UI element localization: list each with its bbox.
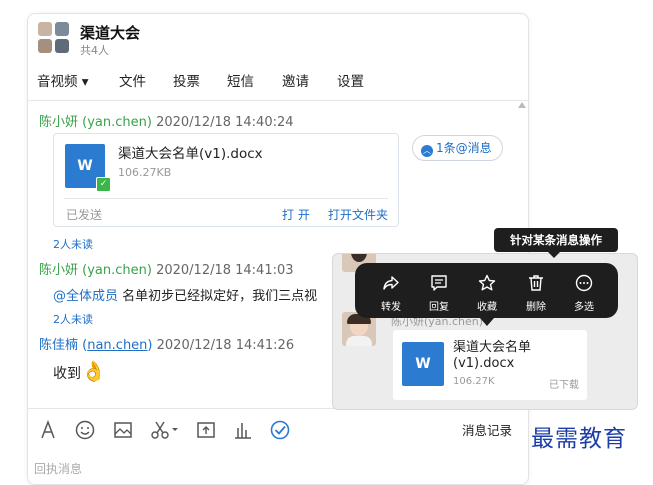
menu-item-label: 多选	[574, 302, 594, 313]
group-title: 渠道大会	[80, 24, 141, 42]
ok-hand-emoji: 👌	[81, 359, 106, 383]
tab-vote[interactable]: 投票	[173, 70, 200, 90]
scroll-up-arrow-icon[interactable]	[518, 102, 526, 108]
message-body: 收到	[53, 366, 81, 382]
open-folder-link[interactable]: 打开文件夹	[328, 206, 388, 223]
preview-file-card[interactable]: W 渠道大会名单(v1).docx 106.27K 已下载	[393, 330, 587, 400]
forward-icon	[383, 276, 399, 290]
menu-item-reply[interactable]: 回复	[417, 263, 461, 318]
chat-header: 渠道大会 共4人 音视频 ▾ 文件 投票 短信 邀请 设置	[28, 14, 528, 101]
message-time: 2020/12/18 14:41:26	[156, 338, 295, 353]
scissors-icon[interactable]	[149, 419, 179, 441]
file-card[interactable]: W ✓ 渠道大会名单(v1).docx 106.27KB 已发送 打 开 打开文…	[53, 133, 399, 227]
message-body: 名单初步已经拟定好，我们三点视	[118, 289, 318, 304]
star-icon	[478, 274, 496, 291]
sender-name[interactable]: 陈小妍 (yan.chen)	[39, 263, 152, 278]
watermark-logo: 最需教育	[531, 426, 627, 452]
menu-item-label: 回复	[429, 302, 449, 313]
file-name: 渠道大会名单(v1).docx	[118, 146, 263, 162]
reply-icon	[431, 275, 447, 291]
emoji-icon[interactable]	[74, 419, 96, 441]
send-status: 已发送	[66, 208, 103, 222]
preview-file-size: 106.27K	[453, 376, 495, 387]
tab-settings[interactable]: 设置	[337, 70, 364, 90]
unread-count[interactable]: 2人未读	[53, 236, 93, 252]
message-time: 2020/12/18 14:40:24	[156, 115, 294, 130]
tab-files[interactable]: 文件	[119, 70, 146, 90]
message-header: 陈小妍 (yan.chen) 2020/12/18 14:41:03	[39, 259, 294, 278]
member-count: 共4人	[80, 44, 109, 57]
preview-file-name: 渠道大会名单(v1).docx	[453, 340, 532, 371]
chart-icon[interactable]	[232, 419, 254, 441]
file-size: 106.27KB	[118, 166, 172, 179]
message-text: @全体成员 名单初步已经拟定好，我们三点视	[53, 285, 317, 304]
trash-icon	[529, 275, 543, 291]
chevron-up-icon: ︿	[421, 145, 433, 157]
menu-pointer-arrow	[480, 318, 494, 326]
tab-audio-video[interactable]: 音视频 ▾	[37, 70, 89, 90]
divider	[64, 198, 388, 199]
menu-item-label: 删除	[526, 302, 546, 313]
tooltip-label: 针对某条消息操作	[494, 228, 618, 252]
mention-chip-label: 1条@消息	[436, 141, 492, 155]
upload-folder-icon[interactable]	[195, 419, 217, 441]
message-header: 陈小妍 (yan.chen) 2020/12/18 14:40:24	[39, 111, 294, 130]
unread-count[interactable]: 2人未读	[53, 311, 93, 327]
input-toolbar: 消息记录	[28, 408, 528, 449]
mention-chip[interactable]: ︿ 1条@消息	[412, 135, 503, 161]
sender-paren: )	[147, 338, 153, 353]
sender-name[interactable]: 陈佳楠 (nan.chen)	[39, 338, 153, 353]
menu-item-multiselect[interactable]: 多选	[562, 263, 606, 318]
mention-all[interactable]: @全体成员	[53, 289, 118, 304]
reply-input[interactable]: 回执消息	[34, 460, 82, 477]
check-circle-icon[interactable]	[269, 419, 291, 441]
more-icon	[575, 274, 593, 292]
group-avatar[interactable]	[38, 22, 70, 54]
image-icon[interactable]	[112, 419, 134, 441]
menu-item-forward[interactable]: 转发	[369, 263, 413, 318]
chat-window: 渠道大会 共4人 音视频 ▾ 文件 投票 短信 邀请 设置 陈小妍 (yan.c…	[27, 13, 529, 485]
sender-display-name: 陈佳楠 (	[39, 338, 88, 353]
preview-file-status: 已下载	[549, 380, 579, 391]
message-text: 收到👌	[53, 359, 106, 383]
sender-name[interactable]: 陈小妍 (yan.chen)	[39, 115, 152, 130]
word-doc-icon: W	[402, 342, 444, 386]
menu-item-label: 收藏	[477, 302, 497, 313]
font-icon[interactable]	[37, 419, 59, 441]
tab-sms[interactable]: 短信	[227, 70, 254, 90]
message-header: 陈佳楠 (nan.chen) 2020/12/18 14:41:26	[39, 334, 294, 353]
sender-id-link[interactable]: nan.chen	[87, 338, 147, 353]
check-icon: ✓	[96, 177, 111, 192]
menu-item-delete[interactable]: 删除	[514, 263, 558, 318]
context-menu: 转发 回复 收藏 删除 多选	[355, 263, 618, 318]
message-history-button[interactable]: 消息记录	[462, 420, 512, 439]
message-time: 2020/12/18 14:41:03	[156, 263, 294, 278]
tooltip-arrow	[548, 252, 560, 258]
tab-invite[interactable]: 邀请	[282, 70, 309, 90]
menu-item-label: 转发	[381, 302, 401, 313]
open-file-link[interactable]: 打 开	[282, 206, 310, 223]
menu-item-favorite[interactable]: 收藏	[465, 263, 509, 318]
